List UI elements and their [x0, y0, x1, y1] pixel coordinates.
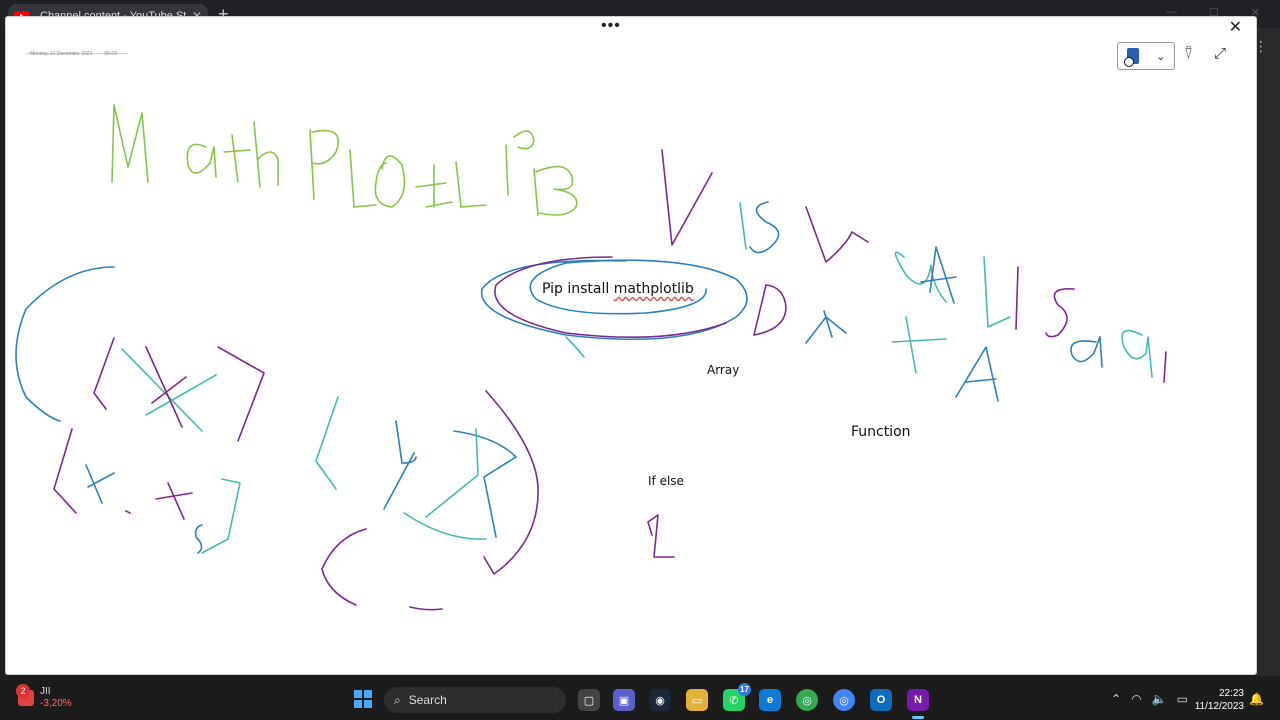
taskbar: 2 JII -3,20% ⌕ Search ▢ ▣ ◉ ▭ ✆ 17 e ◎ ◎…	[0, 680, 1280, 720]
stock-widget-icon: 2	[16, 684, 34, 706]
onenote-icon[interactable]: N	[907, 689, 929, 711]
windows-start-icon[interactable]	[354, 690, 372, 708]
wifi-icon[interactable]: ◠	[1131, 692, 1141, 706]
search-label: Search	[408, 693, 447, 707]
outlook-icon[interactable]: O	[870, 689, 892, 711]
system-tray: ⌃ ◠ 🔈 ▭	[1111, 692, 1188, 706]
list-brackets-left	[15, 266, 265, 554]
whatsapp-badge: 17	[738, 683, 751, 696]
ink-canvas-modal[interactable]: ••• ✕ Monday, 11 December 2023 00:23 ⌄ ⍢…	[6, 17, 1256, 674]
file-explorer-icon[interactable]: ▭	[686, 689, 708, 711]
handwriting-visualisa	[661, 149, 1167, 383]
search-icon: ⌕	[394, 692, 401, 707]
volume-icon[interactable]: 🔈	[1152, 692, 1167, 706]
handwriting-data	[753, 284, 999, 402]
teams-icon[interactable]: ▣	[613, 689, 635, 711]
pip-install-text[interactable]: Pip install mathplotlib	[542, 281, 694, 297]
task-view-icon[interactable]: ▢	[578, 689, 600, 711]
stock-widget[interactable]: 2 JII -3,20%	[16, 684, 72, 710]
notification-bell-icon[interactable]: 🔔	[1249, 692, 1264, 706]
active-app-indicator	[912, 716, 924, 719]
pip-install-prefix: Pip install	[542, 281, 614, 297]
pip-install-circle	[480, 256, 748, 358]
battery-icon[interactable]: ▭	[1177, 692, 1188, 706]
handwriting-mathplotlib	[111, 104, 578, 216]
pip-package-name: mathplotlib	[613, 281, 694, 297]
edge-icon[interactable]: e	[759, 689, 781, 711]
if-else-text[interactable]: If else	[648, 474, 684, 488]
number-one-ink	[647, 514, 675, 558]
list-brackets-right	[315, 390, 539, 611]
steam-icon[interactable]: ◉	[649, 689, 671, 711]
browser-menu-icon[interactable]: ⋮	[1254, 38, 1268, 55]
chrome-profile-icon[interactable]: ◎	[833, 689, 855, 711]
taskbar-search[interactable]: ⌕ Search	[384, 687, 566, 713]
ink-layer[interactable]	[6, 17, 1256, 674]
stock-widget-text: JII -3,20%	[40, 686, 72, 710]
array-text[interactable]: Array	[707, 363, 739, 377]
clock-time: 22:23	[1218, 688, 1244, 699]
system-clock[interactable]: 22:23 11/12/2023	[1195, 687, 1244, 713]
clock-date: 11/12/2023	[1194, 701, 1244, 712]
stock-name: JII	[40, 686, 51, 697]
whatsapp-icon[interactable]: ✆ 17	[723, 683, 751, 711]
chevron-up-icon[interactable]: ⌃	[1111, 692, 1121, 706]
browser-side-strip	[1256, 28, 1280, 676]
stock-widget-badge: 2	[16, 684, 30, 698]
chrome-icon[interactable]: ◎	[796, 689, 818, 711]
function-text[interactable]: Function	[851, 424, 911, 440]
stock-change: -3,20%	[40, 698, 72, 709]
